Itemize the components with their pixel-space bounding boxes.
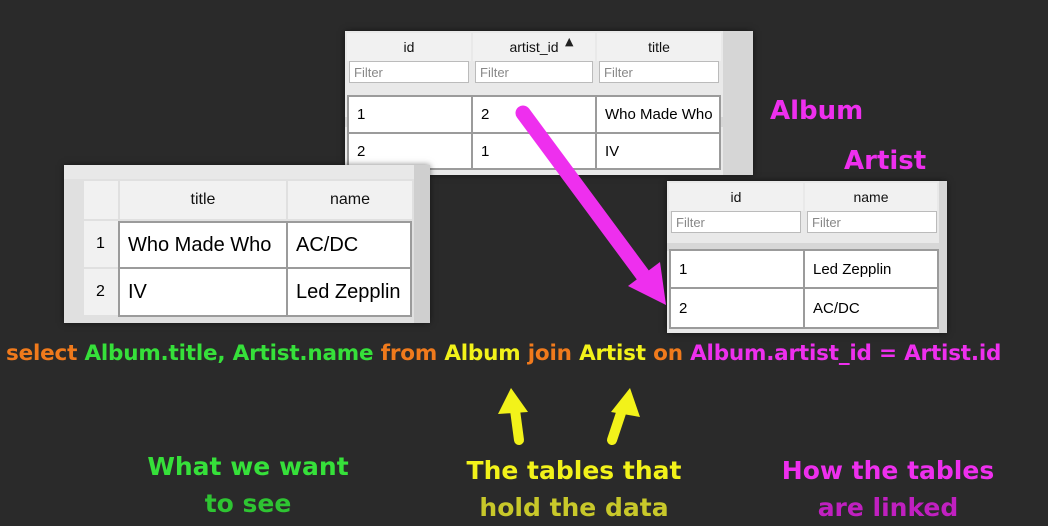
album-row1-id[interactable]: 1: [347, 95, 473, 134]
album-row1-artist-id[interactable]: 2: [471, 95, 597, 134]
artist-table-scrollbar[interactable]: [939, 181, 947, 333]
result-table-panel: title name 1 Who Made Who AC/DC 2 IV Led…: [64, 165, 430, 323]
album-row1-title[interactable]: Who Made Who: [595, 95, 721, 134]
result-row2-index: 2: [84, 269, 118, 315]
album-label: Album: [770, 96, 864, 126]
artist-filter-id[interactable]: Filter: [671, 211, 801, 233]
result-col-title[interactable]: title: [120, 181, 286, 219]
caption-how-linked: How the tables are linked: [770, 452, 1006, 526]
caption-tables: The tables that hold the data: [456, 452, 692, 526]
sql-table-album: Album: [444, 341, 521, 366]
sql-statement: select Album.title, Artist.name from Alb…: [6, 341, 1001, 366]
album-table-panel: id artist_id title ▲ Filter Filter Filte…: [345, 31, 753, 175]
sql-kw-select: select: [6, 341, 78, 366]
caption-want-line2: to see: [204, 489, 292, 518]
artist-row2-name[interactable]: AC/DC: [803, 287, 939, 329]
result-col-name[interactable]: name: [288, 181, 412, 219]
artist-row2-id[interactable]: 2: [669, 287, 805, 329]
result-row1-index: 1: [84, 221, 118, 267]
sql-fields: Album.title, Artist.name: [84, 341, 374, 366]
sql-table-artist: Artist: [579, 341, 646, 366]
album-filter-title[interactable]: Filter: [599, 61, 719, 83]
result-corner-cell: [84, 181, 118, 219]
artist-row1-id[interactable]: 1: [669, 249, 805, 289]
album-filter-artist-id[interactable]: Filter: [475, 61, 593, 83]
caption-linked-line2: are linked: [817, 493, 959, 522]
caption-tables-line1: The tables that: [466, 456, 682, 485]
artist-col-id[interactable]: id: [669, 183, 803, 211]
result-table-scrollbar[interactable]: [414, 165, 430, 323]
album-row2-artist-id[interactable]: 1: [471, 132, 597, 170]
album-row2-title[interactable]: IV: [595, 132, 721, 170]
artist-table-panel: id name Filter Filter 1 Led Zepplin 2 AC…: [667, 181, 947, 333]
sql-kw-on: on: [653, 341, 683, 366]
mouse-cursor-icon: ▲: [565, 35, 574, 48]
caption-linked-line1: How the tables: [781, 456, 995, 485]
up-arrow-album-icon: [498, 388, 528, 445]
result-row2-title[interactable]: IV: [118, 267, 288, 317]
artist-row1-name[interactable]: Led Zepplin: [803, 249, 939, 289]
artist-col-name[interactable]: name: [805, 183, 937, 211]
result-row1-name[interactable]: AC/DC: [286, 221, 412, 269]
album-col-id[interactable]: id: [347, 33, 471, 61]
album-col-artist-id[interactable]: artist_id: [473, 33, 595, 61]
caption-want-line1: What we want: [147, 452, 349, 481]
result-row2-name[interactable]: Led Zepplin: [286, 267, 412, 317]
album-col-title[interactable]: title: [597, 33, 721, 61]
album-filter-id[interactable]: Filter: [349, 61, 469, 83]
sql-condition: Album.artist_id = Artist.id: [690, 341, 1002, 366]
album-table-scrollbar[interactable]: [723, 31, 753, 175]
result-top-strip: [64, 165, 414, 179]
sql-kw-join: join: [527, 341, 572, 366]
sql-kw-from: from: [380, 341, 438, 366]
artist-label: Artist: [844, 146, 927, 176]
artist-filter-name[interactable]: Filter: [807, 211, 937, 233]
result-row1-title[interactable]: Who Made Who: [118, 221, 288, 269]
caption-tables-line2: hold the data: [479, 493, 669, 522]
caption-what-we-want: What we want to see: [130, 448, 366, 522]
up-arrow-artist-icon: [607, 388, 640, 445]
